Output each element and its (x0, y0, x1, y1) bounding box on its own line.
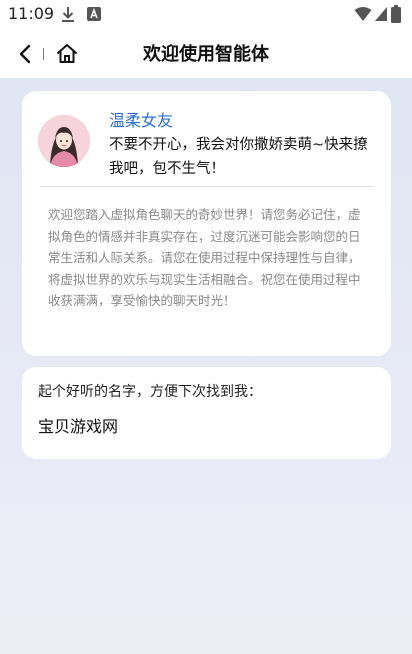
status-time: 11:09 (8, 4, 55, 23)
divider (40, 186, 374, 187)
signal-icon (375, 7, 387, 21)
character-greeting: 不要不开心，我会对你撒娇卖萌~快来撩我吧，包不生气！ (109, 137, 368, 177)
app-notification-icon (87, 7, 101, 21)
avatar (38, 115, 90, 167)
name-card: 起个好听的名字，方便下次找到我： (22, 367, 391, 459)
character-card: 温柔女友 不要不开心，我会对你撒娇卖萌~快来撩我吧，包不生气！ 欢迎您踏入虚拟角… (22, 91, 391, 356)
disclaimer-text: 欢迎您踏入虚拟角色聊天的奇妙世界！请您务必记住，虚拟角色的情感并非真实存在，过度… (48, 207, 361, 308)
page-title: 欢迎使用智能体 (143, 44, 269, 65)
character-name: 温柔女友 (109, 111, 174, 130)
battery-icon (391, 5, 401, 23)
status-bar: 11:09 (0, 0, 412, 30)
download-icon (62, 7, 74, 22)
wifi-icon (354, 7, 372, 21)
name-input[interactable] (32, 411, 384, 439)
name-prompt-label: 起个好听的名字，方便下次找到我： (38, 384, 262, 400)
avatar-image (38, 115, 90, 167)
nav-bar: 欢迎使用智能体 (0, 30, 412, 78)
